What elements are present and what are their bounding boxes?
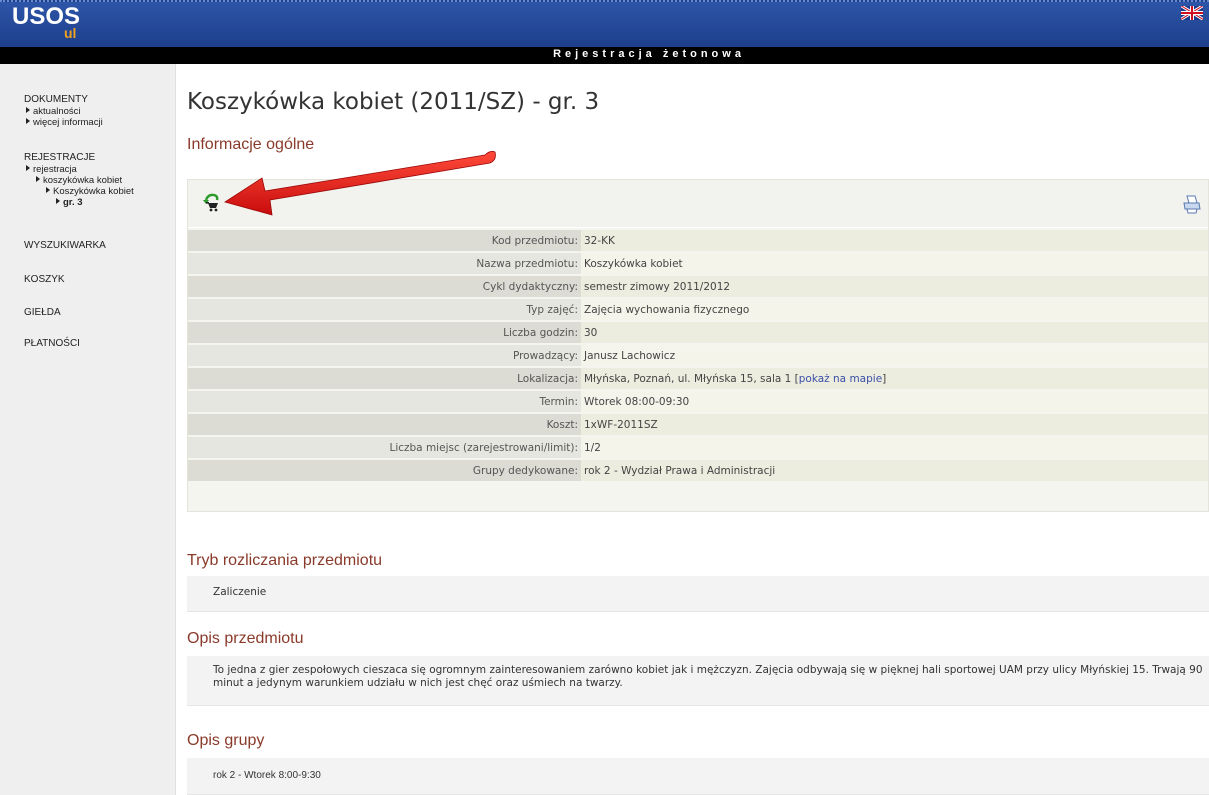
- detail-value: rok 2 - Wydział Prawa i Administracji: [581, 460, 1208, 481]
- sidebar-item-wiecej-informacji[interactable]: więcej informacji: [24, 117, 103, 128]
- table-row: Liczba godzin: 30: [188, 322, 1208, 343]
- detail-value: 1/2: [581, 437, 1208, 458]
- logo-subtext: ul: [64, 25, 77, 41]
- detail-value: semestr zimowy 2011/2012: [581, 276, 1208, 297]
- sidebar-item-label: Koszykówka kobiet: [53, 186, 134, 197]
- banner-title: Rejestracja żetonowa: [553, 48, 745, 60]
- sidebar-item-label: gr. 3: [63, 197, 83, 208]
- detail-value: Zajęcia wychowania fizycznego: [581, 299, 1208, 320]
- detail-label: Liczba miejsc (zarejestrowani/limit):: [188, 437, 581, 458]
- sidebar-item-rejestracja[interactable]: rejestracja: [24, 164, 134, 175]
- triangle-right-icon: [26, 165, 30, 171]
- sidebar-item-label: koszykówka kobiet: [43, 175, 123, 186]
- triangle-right-icon: [36, 176, 40, 182]
- grupa-text: rok 2 - Wtorek 8:00-9:30: [213, 770, 321, 781]
- table-row: Koszt: 1xWF-2011SZ: [188, 414, 1208, 435]
- sidebar-item-label: PŁATNOŚCI: [24, 338, 80, 349]
- location-text: Młyńska, Poznań, ul. Młyńska 15, sala 1 …: [584, 372, 799, 385]
- location-text-end: ]: [882, 372, 887, 385]
- sidebar-item-wyszukiwarka[interactable]: WYSZUKIWARKA: [24, 240, 106, 252]
- detail-value: 30: [581, 322, 1208, 343]
- detail-label: Cykl dydaktyczny:: [188, 276, 581, 297]
- detail-label: Lokalizacja:: [188, 368, 581, 389]
- section-title-opis-grupy: Opis grupy: [187, 732, 265, 749]
- table-row: Lokalizacja: Młyńska, Poznań, ul. Młyńska…: [188, 368, 1208, 389]
- tryb-text: Zaliczenie: [213, 586, 267, 598]
- detail-label: Typ zajęć:: [188, 299, 581, 320]
- page-title: Koszykówka kobiet (2011/SZ) - gr. 3: [187, 89, 600, 115]
- sidebar-item-label: rejestracja: [33, 164, 77, 175]
- detail-value: 1xWF-2011SZ: [581, 414, 1208, 435]
- print-icon[interactable]: [1182, 194, 1202, 214]
- table-row: Nazwa przedmiotu: Koszykówka kobiet: [188, 253, 1208, 274]
- triangle-right-icon: [26, 107, 30, 113]
- sidebar-item-gielda[interactable]: GIEŁDA: [24, 307, 61, 319]
- detail-label: Kod przedmiotu:: [188, 230, 581, 251]
- detail-value: Koszykówka kobiet: [581, 253, 1208, 274]
- sidebar-item-label: aktualności: [33, 106, 81, 117]
- table-row: Cykl dydaktyczny: semestr zimowy 2011/201…: [188, 276, 1208, 297]
- sidebar-item-label: więcej informacji: [33, 117, 103, 128]
- detail-value: Janusz Lachowicz: [581, 345, 1208, 366]
- top-header: USOS ul: [0, 0, 1209, 47]
- sidebar-item-aktualnosci[interactable]: aktualności: [24, 106, 103, 117]
- section-title-opis-przedmiotu: Opis przedmiotu: [187, 630, 304, 647]
- sidebar-item-rejestracje[interactable]: REJESTRACJE: [24, 152, 134, 164]
- sidebar-item-label: WYSZUKIWARKA: [24, 240, 106, 251]
- uk-flag-icon[interactable]: [1181, 6, 1203, 20]
- sidebar-item-koszykowka-kobiet-course[interactable]: Koszykówka kobiet: [24, 186, 134, 197]
- detail-label: Koszt:: [188, 414, 581, 435]
- grupa-box: rok 2 - Wtorek 8:00-9:30: [187, 758, 1209, 795]
- sidebar-item-label: GIEŁDA: [24, 307, 61, 318]
- detail-label: Prowadzący:: [188, 345, 581, 366]
- triangle-right-icon: [56, 198, 60, 204]
- section-title-tryb: Tryb rozliczania przedmiotu: [187, 552, 383, 569]
- info-panel: Kod przedmiotu: 32-KK Nazwa przedmiotu: Ko…: [187, 179, 1209, 512]
- opis-box: To jedna z gier zespołowych cieszaca się…: [187, 656, 1209, 706]
- opis-text: To jedna z gier zespołowych cieszaca się…: [213, 664, 1203, 689]
- cart-return-icon[interactable]: [202, 192, 224, 212]
- usos-logo[interactable]: USOS ul: [12, 4, 80, 42]
- detail-value: Wtorek 08:00-09:30: [581, 391, 1208, 412]
- banner-bar: Rejestracja żetonowa: [0, 47, 1209, 64]
- detail-value-location: Młyńska, Poznań, ul. Młyńska 15, sala 1 …: [581, 368, 1208, 389]
- sidebar-item-koszykowka-kobiet[interactable]: koszykówka kobiet: [24, 175, 134, 186]
- show-on-map-link[interactable]: pokaż na mapie: [799, 373, 882, 385]
- details-table: Kod przedmiotu: 32-KK Nazwa przedmiotu: Ko…: [188, 228, 1208, 483]
- tryb-box: Zaliczenie: [187, 576, 1209, 612]
- detail-value: 32-KK: [581, 230, 1208, 251]
- sidebar-group-rejestracje: REJESTRACJE rejestracja koszykówka kobie…: [24, 152, 134, 208]
- sidebar-item-gr3[interactable]: gr. 3: [24, 197, 134, 208]
- sidebar-item-label: KOSZYK: [24, 274, 65, 285]
- sidebar-group-dokumenty: DOKUMENTY aktualności więcej informacji: [24, 94, 103, 128]
- detail-label: Nazwa przedmiotu:: [188, 253, 581, 274]
- table-row: Termin: Wtorek 08:00-09:30: [188, 391, 1208, 412]
- detail-label: Liczba godzin:: [188, 322, 581, 343]
- table-row: Typ zajęć: Zajęcia wychowania fizycznego: [188, 299, 1208, 320]
- table-row: Prowadzący: Janusz Lachowicz: [188, 345, 1208, 366]
- sidebar-item-koszyk[interactable]: KOSZYK: [24, 274, 65, 286]
- table-row: Liczba miejsc (zarejestrowani/limit): 1/2: [188, 437, 1208, 458]
- table-row: Grupy dedykowane: rok 2 - Wydział Prawa i…: [188, 460, 1208, 481]
- sidebar-item-dokumenty[interactable]: DOKUMENTY: [24, 94, 103, 106]
- triangle-right-icon: [46, 187, 50, 193]
- table-row: Kod przedmiotu: 32-KK: [188, 230, 1208, 251]
- section-title-informacje: Informacje ogólne: [187, 136, 315, 153]
- sidebar-item-platnosci[interactable]: PŁATNOŚCI: [24, 338, 80, 350]
- triangle-right-icon: [26, 118, 30, 124]
- detail-label: Termin:: [188, 391, 581, 412]
- sidebar: DOKUMENTY aktualności więcej informacji …: [0, 64, 176, 795]
- info-toolbar: [188, 180, 1208, 228]
- detail-label: Grupy dedykowane:: [188, 460, 581, 481]
